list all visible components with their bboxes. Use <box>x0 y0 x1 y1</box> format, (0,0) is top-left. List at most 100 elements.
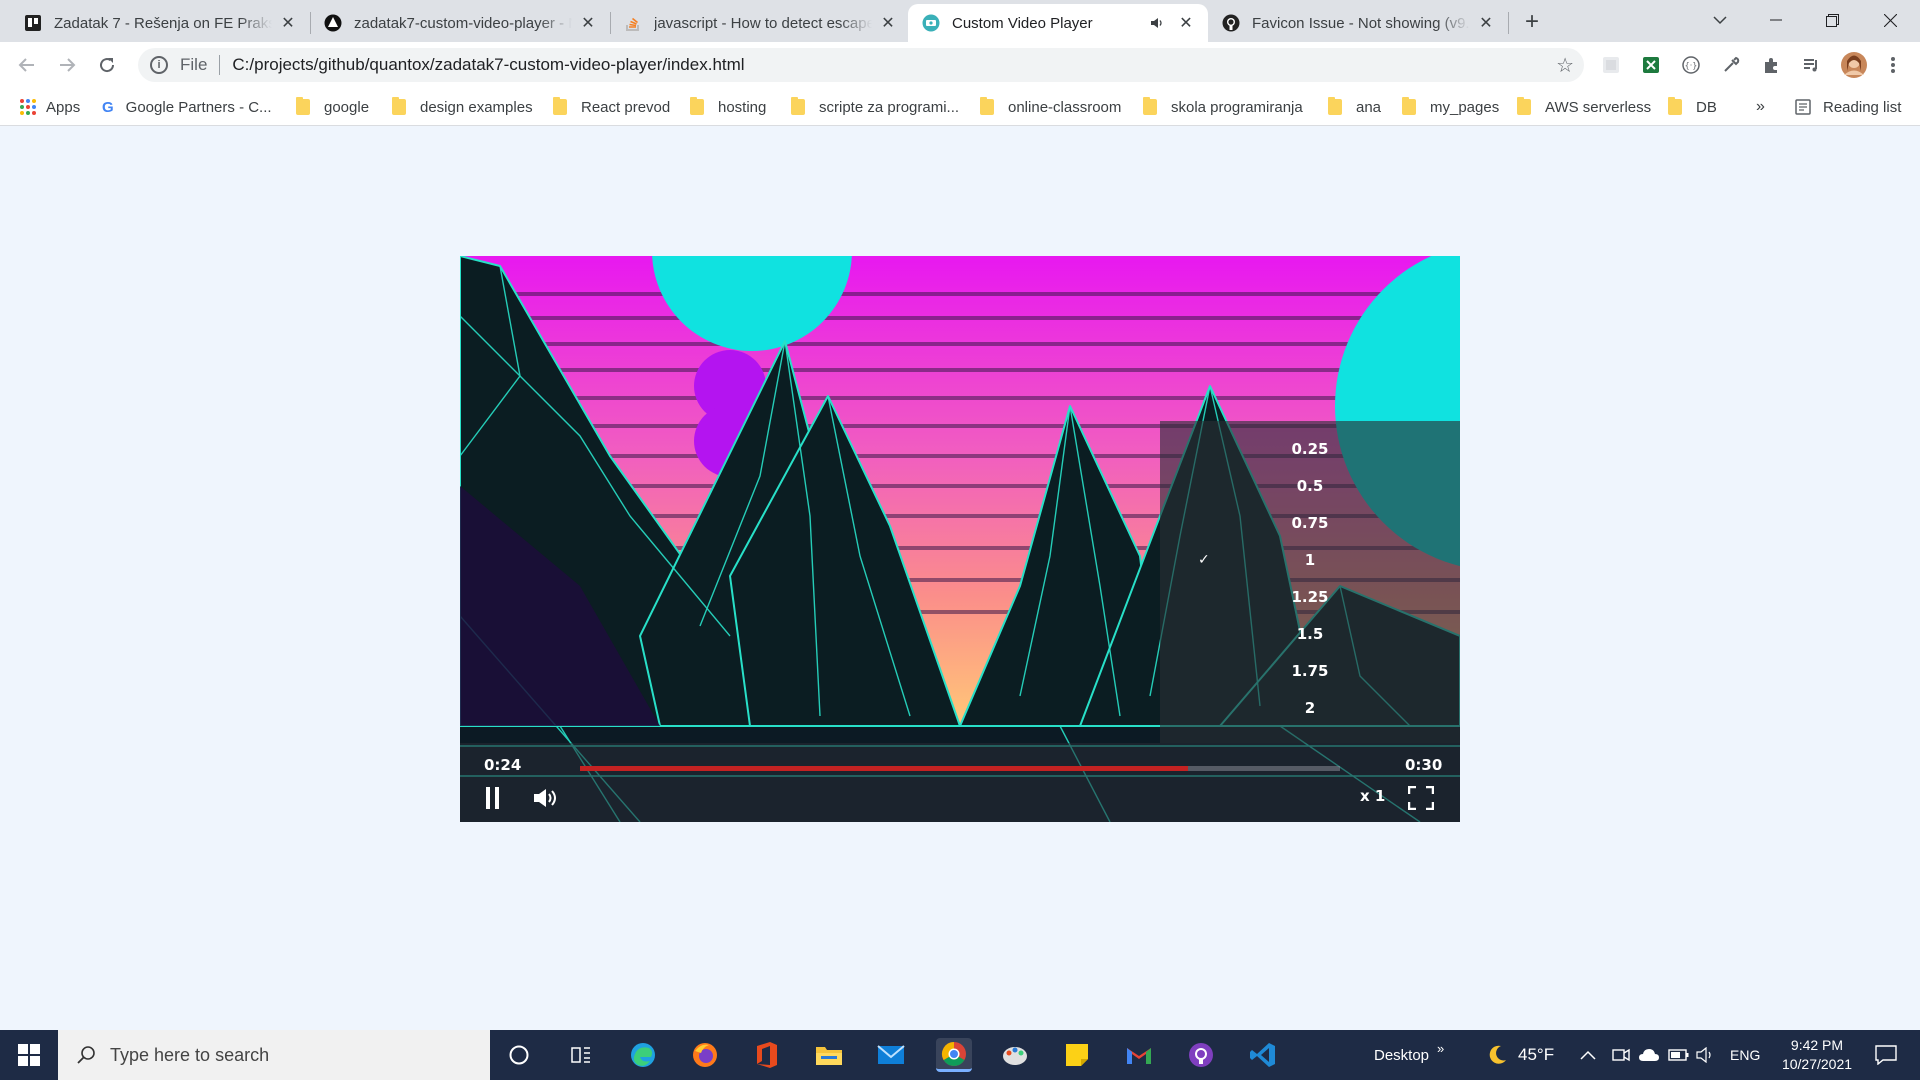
speed-option-selected[interactable]: ✓ 1 <box>1160 545 1460 575</box>
duration: 0:30 <box>1405 756 1443 774</box>
sticky-notes-icon[interactable] <box>1060 1038 1094 1072</box>
bookmarks-overflow-button[interactable]: » <box>1756 96 1765 118</box>
tab-trello[interactable]: Zadatak 7 - Rešenja on FE Praksa ✕ <box>10 4 310 42</box>
bookmark-label: google <box>324 98 370 116</box>
minimize-button[interactable] <box>1748 0 1804 40</box>
bookmark-folder[interactable]: hosting <box>690 96 766 118</box>
notifications-button[interactable] <box>1866 1030 1906 1080</box>
speed-option[interactable]: 0.25 <box>1160 434 1460 464</box>
close-icon[interactable]: ✕ <box>578 13 598 33</box>
progress-fill <box>580 766 1188 771</box>
pause-button[interactable] <box>484 787 502 809</box>
windows-icon <box>18 1044 40 1066</box>
tray-meet-icon[interactable] <box>1612 1030 1630 1080</box>
close-icon[interactable]: ✕ <box>878 13 898 33</box>
reading-list-button[interactable]: Reading list <box>1795 96 1901 118</box>
bookmark-folder[interactable]: AWS serverless <box>1517 96 1651 118</box>
speed-option[interactable]: 1.75 <box>1160 656 1460 686</box>
star-icon[interactable]: ☆ <box>1556 53 1574 78</box>
media-control-icon[interactable] <box>1800 54 1822 76</box>
close-window-button[interactable] <box>1862 0 1918 40</box>
file-explorer-icon[interactable] <box>812 1038 846 1072</box>
speaker-icon[interactable] <box>1148 16 1166 30</box>
reload-button[interactable] <box>92 50 122 80</box>
bookmark-folder[interactable]: online-classroom <box>980 96 1121 118</box>
restore-button[interactable] <box>1804 0 1860 40</box>
bookmark-folder[interactable]: DB <box>1668 96 1717 118</box>
tab-netlify[interactable]: zadatak7-custom-video-player - Netlify ✕ <box>310 4 610 42</box>
fullscreen-button[interactable] <box>1408 786 1434 810</box>
bookmark-label: Google Partners - C... <box>125 98 272 116</box>
back-button[interactable] <box>12 50 42 80</box>
speed-option[interactable]: 1.25 <box>1160 582 1460 612</box>
close-icon[interactable]: ✕ <box>1176 13 1196 33</box>
tab-title: Favicon Issue - Not showing (v9.4) <box>1252 14 1470 32</box>
bookmark-folder[interactable]: my_pages <box>1402 96 1499 118</box>
code-extension-icon[interactable]: {·} <box>1680 54 1702 76</box>
bookmark-folder[interactable]: design examples <box>392 96 533 118</box>
new-tab-button[interactable]: + <box>1518 8 1546 36</box>
edge-icon[interactable] <box>626 1038 660 1072</box>
tab-github[interactable]: Favicon Issue - Not showing (v9.4) ✕ <box>1208 4 1508 42</box>
trello-icon <box>24 14 42 32</box>
gmail-icon[interactable] <box>1122 1038 1156 1072</box>
url-text[interactable]: C:/projects/github/quantox/zadatak7-cust… <box>232 55 744 75</box>
close-icon[interactable]: ✕ <box>1476 13 1496 33</box>
firefox-icon[interactable] <box>688 1038 722 1072</box>
search-icon <box>77 1046 95 1064</box>
github-desktop-icon[interactable] <box>1184 1038 1218 1072</box>
extension-icon[interactable] <box>1600 54 1622 76</box>
forward-button[interactable] <box>52 50 82 80</box>
battery-icon[interactable] <box>1668 1030 1690 1080</box>
progress-bar[interactable] <box>580 766 1340 771</box>
bookmark-folder[interactable]: scripte za programi... <box>791 96 959 118</box>
volume-tray-icon[interactable] <box>1696 1030 1716 1080</box>
clock[interactable]: 9:42 PM 10/27/2021 <box>1768 1030 1866 1080</box>
tab-title: javascript - How to detect escape key pr… <box>654 14 872 32</box>
bookmark-folder[interactable]: React prevod <box>553 96 670 118</box>
excel-extension-icon[interactable] <box>1640 54 1662 76</box>
start-button[interactable] <box>0 1030 58 1080</box>
onedrive-icon[interactable] <box>1638 1030 1660 1080</box>
desktop-toolbar[interactable]: Desktop » <box>1374 1030 1444 1080</box>
tray-overflow-button[interactable] <box>1580 1030 1596 1080</box>
task-view-icon[interactable] <box>564 1038 598 1072</box>
eyedropper-icon[interactable] <box>1720 54 1742 76</box>
language-indicator[interactable]: ENG <box>1730 1030 1760 1080</box>
bookmark-label: skola programiranja <box>1171 98 1303 116</box>
menu-button[interactable] <box>1882 54 1904 76</box>
folder-icon <box>296 97 310 115</box>
paint-icon[interactable] <box>998 1038 1032 1072</box>
chrome-icon[interactable] <box>936 1038 972 1072</box>
info-icon[interactable]: i <box>150 56 168 74</box>
speed-option[interactable]: 1.5 <box>1160 619 1460 649</box>
vscode-icon[interactable] <box>1246 1038 1280 1072</box>
video-player[interactable]: 0.25 0.5 0.75 ✓ 1 1.25 1.5 1.75 2 0:24 0… <box>460 256 1460 822</box>
speed-option[interactable]: 0.75 <box>1160 508 1460 538</box>
netlify-icon <box>324 14 342 32</box>
weather-widget[interactable]: 45°F <box>1486 1030 1554 1080</box>
office-icon[interactable] <box>750 1038 784 1072</box>
speed-option[interactable]: 2 <box>1160 693 1460 723</box>
folder-icon <box>392 97 406 115</box>
speed-button[interactable]: x 1 <box>1360 787 1385 805</box>
tab-stackoverflow[interactable]: javascript - How to detect escape key pr… <box>610 4 910 42</box>
close-icon[interactable]: ✕ <box>278 13 298 33</box>
avatar[interactable] <box>1840 51 1868 79</box>
bookmark-folder[interactable]: skola programiranja <box>1143 96 1303 118</box>
volume-button[interactable] <box>533 787 561 809</box>
speed-option[interactable]: 0.5 <box>1160 471 1460 501</box>
bookmark-folder[interactable]: google <box>296 96 369 118</box>
bookmark-label: DB <box>1696 98 1717 116</box>
taskbar-search[interactable]: Type here to search <box>58 1030 490 1080</box>
address-bar[interactable]: i File C:/projects/github/quantox/zadata… <box>138 48 1584 82</box>
tab-custom-video-player[interactable]: Custom Video Player ✕ <box>908 4 1208 42</box>
mail-icon[interactable] <box>874 1038 908 1072</box>
current-time: 0:24 <box>484 756 522 774</box>
puzzle-icon[interactable] <box>1760 54 1782 76</box>
bookmark-folder[interactable]: ana <box>1328 96 1381 118</box>
bookmark-google-partners[interactable]: G Google Partners - C... <box>102 96 272 118</box>
tab-search-button[interactable] <box>1692 0 1748 40</box>
cortana-icon[interactable] <box>502 1038 536 1072</box>
bookmark-apps[interactable]: Apps <box>20 96 80 118</box>
